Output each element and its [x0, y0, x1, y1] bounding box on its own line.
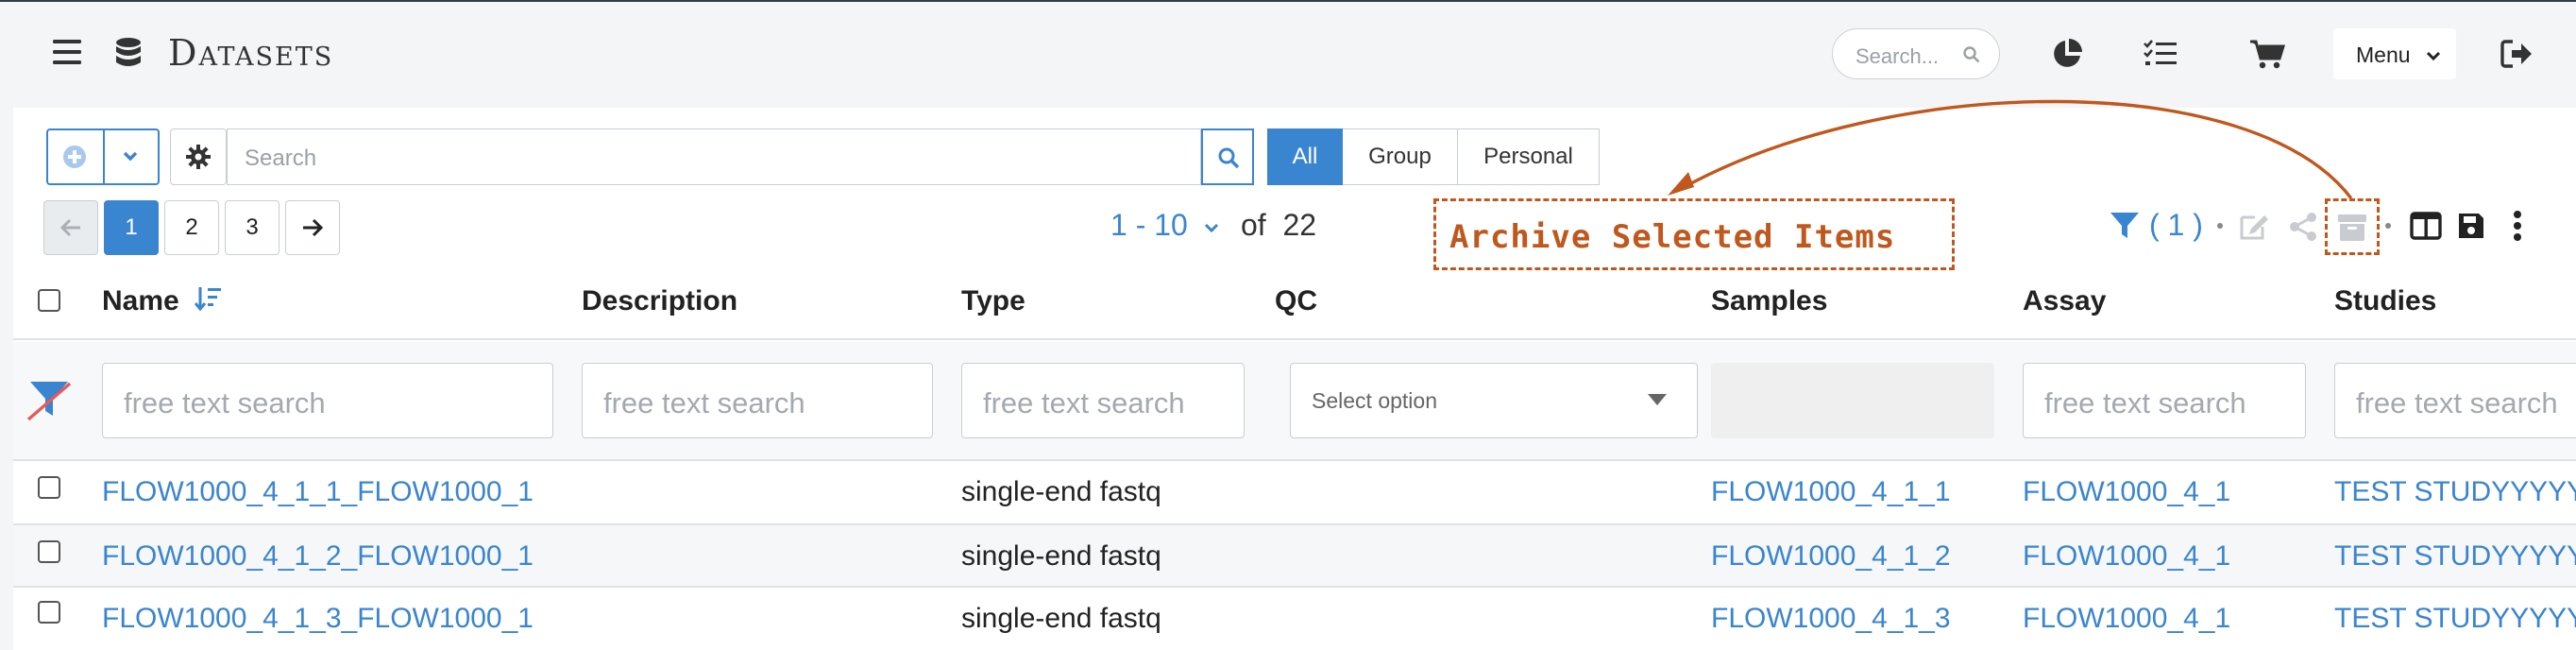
dataset-type: single-end fastq: [961, 603, 1161, 634]
study-link[interactable]: TEST STUDYYYYY: [2334, 476, 2576, 508]
active-filter-count[interactable]: ( 1 ): [2149, 208, 2203, 243]
dataset-type: single-end fastq: [961, 476, 1161, 507]
add-dataset-button-group[interactable]: [46, 128, 160, 185]
annotation-callout: Archive Selected Items: [1433, 198, 1955, 270]
table-row[interactable]: FLOW1000_4_1_3_FLOW1000_1 single-end fas…: [13, 588, 2576, 650]
column-header-samples[interactable]: Samples: [1711, 285, 1827, 317]
sort-descending-icon[interactable]: [194, 285, 223, 312]
tab-personal[interactable]: Personal: [1458, 128, 1600, 185]
arrow-left-icon: [59, 218, 80, 237]
more-vertical-icon[interactable]: [2512, 210, 2523, 242]
column-header-qc[interactable]: QC: [1275, 285, 1317, 317]
checklist-icon[interactable]: [2144, 40, 2178, 68]
sample-link[interactable]: FLOW1000_4_1_2: [1711, 540, 1951, 573]
study-link[interactable]: TEST STUDYYYYY: [2334, 603, 2576, 635]
samples-filter-disabled: [1711, 363, 1994, 438]
header-divider: [13, 338, 2576, 340]
column-header-studies[interactable]: Studies: [2334, 285, 2436, 317]
column-header-assay[interactable]: Assay: [2023, 285, 2106, 317]
settings-button[interactable]: [170, 128, 227, 185]
search-submit-button[interactable]: [1201, 128, 1254, 185]
description-filter-input[interactable]: free text search: [582, 363, 933, 438]
shopping-cart-icon[interactable]: [2249, 40, 2285, 70]
study-link[interactable]: TEST STUDYYYYY: [2334, 540, 2576, 573]
menu-dropdown[interactable]: Menu: [2333, 28, 2456, 79]
share-icon[interactable]: [2289, 212, 2317, 242]
column-header-type[interactable]: Type: [961, 285, 1025, 317]
page-3-button[interactable]: 3: [225, 200, 280, 255]
search-icon: [1963, 46, 1980, 63]
page-2-button[interactable]: 2: [164, 200, 219, 255]
page-title: Datasets: [168, 32, 334, 74]
chevron-down-icon: [1204, 223, 1218, 232]
sample-link[interactable]: FLOW1000_4_1_3: [1711, 603, 1951, 635]
separator-dot: [2217, 223, 2223, 229]
column-header-name[interactable]: Name: [102, 285, 223, 317]
row-checkbox[interactable]: [38, 476, 60, 499]
type-filter-input[interactable]: free text search: [961, 363, 1245, 438]
qc-filter-select[interactable]: Select option: [1290, 363, 1698, 438]
plus-circle-icon[interactable]: [61, 144, 88, 170]
tab-all[interactable]: All: [1267, 128, 1343, 185]
dataset-name-link[interactable]: FLOW1000_4_1_1_FLOW1000_1: [102, 476, 534, 508]
row-checkbox[interactable]: [38, 601, 60, 624]
caret-down-icon: [1648, 394, 1667, 405]
chevron-down-icon: [2426, 51, 2441, 60]
dataset-type: single-end fastq: [961, 540, 1161, 572]
arrow-right-icon: [303, 218, 324, 237]
header-search-input[interactable]: Search...: [1832, 28, 2000, 79]
page-size-dropdown[interactable]: 1 - 10: [1110, 208, 1219, 243]
edit-icon[interactable]: [2238, 212, 2270, 242]
page-1-button[interactable]: 1: [104, 200, 159, 255]
table-row[interactable]: FLOW1000_4_1_1_FLOW1000_1 single-end fas…: [13, 461, 2576, 523]
dataset-name-link[interactable]: FLOW1000_4_1_2_FLOW1000_1: [102, 540, 534, 573]
dataset-name-link[interactable]: FLOW1000_4_1_3_FLOW1000_1: [102, 603, 534, 635]
studies-filter-input[interactable]: free text search: [2334, 363, 2576, 438]
select-all-checkbox[interactable]: [38, 289, 60, 312]
assay-link[interactable]: FLOW1000_4_1: [2023, 476, 2230, 508]
assay-link[interactable]: FLOW1000_4_1: [2023, 540, 2230, 573]
pie-chart-icon[interactable]: [2051, 38, 2083, 70]
top-border: [0, 0, 2576, 2]
chevron-down-icon[interactable]: [122, 151, 139, 162]
archive-icon: [2338, 214, 2366, 241]
dataset-search-input[interactable]: Search: [227, 128, 1201, 185]
filter-icon[interactable]: [2110, 212, 2140, 240]
assay-link[interactable]: FLOW1000_4_1: [2023, 603, 2230, 635]
gear-icon: [186, 145, 211, 169]
row-checkbox[interactable]: [38, 540, 60, 563]
columns-icon[interactable]: [2410, 212, 2442, 240]
sign-out-icon[interactable]: [2500, 40, 2533, 68]
archive-button-highlight[interactable]: [2325, 198, 2380, 255]
search-icon: [1218, 147, 1240, 169]
save-icon[interactable]: [2457, 212, 2485, 240]
tab-group[interactable]: Group: [1343, 128, 1458, 185]
total-count: of 22: [1241, 208, 1317, 242]
table-row[interactable]: FLOW1000_4_1_2_FLOW1000_1 single-end fas…: [13, 525, 2576, 588]
assay-filter-input[interactable]: free text search: [2023, 363, 2306, 438]
name-filter-input[interactable]: free text search: [102, 363, 553, 438]
sample-link[interactable]: FLOW1000_4_1_1: [1711, 476, 1951, 508]
hamburger-menu-icon[interactable]: [53, 40, 81, 64]
clear-filters-icon[interactable]: [26, 380, 72, 426]
column-header-description[interactable]: Description: [582, 285, 737, 317]
prev-page-button[interactable]: [43, 200, 98, 255]
database-icon: [115, 38, 142, 73]
next-page-button[interactable]: [285, 200, 340, 255]
separator-dot: [2385, 223, 2391, 229]
